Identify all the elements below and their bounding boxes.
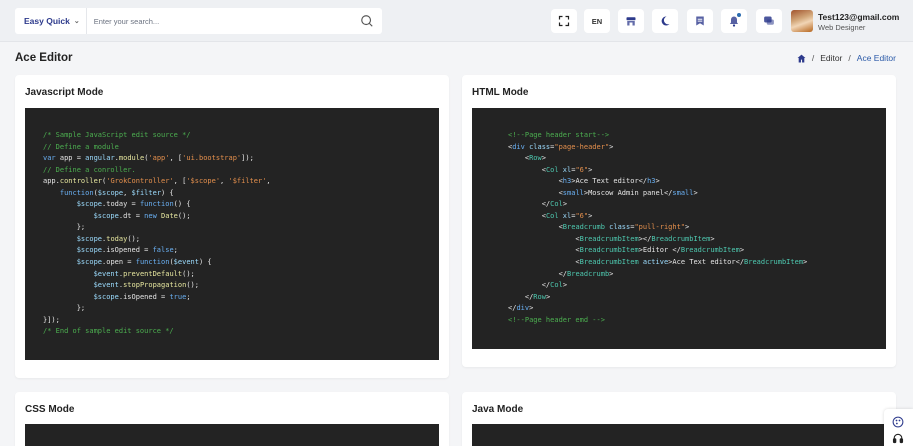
code-line: <Row>: [508, 154, 546, 163]
search-box: Easy Quick ⌄: [15, 8, 382, 34]
code-line: <Col xl="6">: [508, 211, 593, 220]
store-icon: [626, 17, 636, 26]
code-line: }]);: [43, 315, 60, 324]
code-line: <Breadcrumb class="pull-right">: [508, 223, 690, 232]
code-line: <small>Moscow Admin panel</small>: [508, 188, 698, 197]
language-label: EN: [591, 16, 603, 26]
chat-icon: [764, 16, 774, 25]
code-line: <!--Page header emd -->: [508, 315, 605, 324]
breadcrumb-separator: /: [811, 53, 815, 63]
code-line: <h3>Ace Text editor</h3>: [508, 177, 660, 186]
code-line: $scope.today();: [76, 234, 140, 243]
code-line: /* End of sample edit source */: [43, 327, 174, 336]
code-line: <div class="page-header">: [508, 142, 614, 151]
chevron-down-icon: ⌄: [73, 18, 80, 25]
java-mode-card: Java Mode: [462, 392, 896, 446]
breadcrumb-separator: /: [848, 53, 851, 63]
top-bar: Easy Quick ⌄ EN Test123@gmail.com Web De…: [0, 0, 913, 42]
notification-badge: [736, 12, 742, 18]
code-line: };: [43, 304, 86, 313]
code-line: </Col>: [508, 281, 568, 290]
code-line: </div>: [508, 304, 534, 313]
code-line: <BreadcrumbItem active>Ace Text editor</…: [508, 258, 808, 267]
search-icon[interactable]: [360, 14, 374, 28]
javascript-code-editor[interactable]: /* Sample JavaScript edit source */ // De…: [25, 108, 439, 360]
user-role: Web Designer: [818, 23, 866, 32]
customizer-widget[interactable]: [884, 409, 913, 446]
code-line: /* Sample JavaScript edit source */: [43, 131, 191, 139]
code-line: $scope.open = function($event) {: [76, 258, 212, 267]
code-line: <BreadcrumbItem>Editor </BreadcrumbItem>: [508, 246, 745, 255]
code-line: </Row>: [508, 292, 551, 301]
code-line: // Define a module: [43, 142, 119, 151]
code-line: </Breadcrumb>: [508, 269, 614, 278]
quick-menu-dropdown[interactable]: Easy Quick ⌄: [15, 8, 87, 34]
avatar[interactable]: [791, 10, 813, 32]
css-code-editor[interactable]: [25, 424, 439, 446]
code-line: $scope.dt = new Date();: [93, 211, 191, 220]
code-line: <!--Page header start-->: [508, 131, 610, 139]
code-line: </Col>: [508, 200, 568, 209]
code-line: app.controller('GrokController', ['$scop…: [43, 177, 271, 186]
notifications-button[interactable]: [721, 9, 747, 33]
headset-icon: [892, 433, 904, 444]
dark-mode-toggle[interactable]: [652, 9, 678, 33]
code-line: $scope.today = function() {: [76, 200, 191, 209]
code-line: $event.stopPropagation();: [93, 281, 199, 290]
page-title: Ace Editor: [15, 52, 73, 64]
java-code-editor[interactable]: [472, 424, 886, 446]
html-mode-card: HTML Mode <!--Page header start--> <div c…: [462, 75, 896, 367]
css-mode-card: CSS Mode: [15, 392, 449, 446]
moon-icon: [661, 16, 670, 26]
breadcrumb-item-editor[interactable]: Editor: [820, 53, 842, 63]
user-name[interactable]: Test123@gmail.com: [818, 12, 899, 22]
search-input[interactable]: [86, 16, 362, 26]
code-line: function($scope, $filter) {: [59, 188, 174, 197]
language-button[interactable]: EN: [584, 9, 610, 33]
code-line: };: [43, 223, 86, 232]
code-line: $event.preventDefault();: [93, 269, 195, 278]
code-line: $scope.isOpened = false;: [76, 246, 178, 255]
palette-icon: [892, 416, 904, 428]
home-icon[interactable]: [797, 54, 806, 63]
card-title: HTML Mode: [472, 87, 529, 98]
fullscreen-icon: [558, 15, 570, 27]
code-line: <Col xl="6">: [508, 165, 593, 174]
store-button[interactable]: [618, 9, 644, 33]
html-code-editor[interactable]: <!--Page header start--> <div class="page…: [472, 108, 886, 349]
code-line: var app = angular.module('app', ['ui.boo…: [43, 154, 254, 163]
card-title: Javascript Mode: [25, 87, 104, 98]
javascript-mode-card: Javascript Mode /* Sample JavaScript edi…: [15, 75, 449, 378]
code-line: // Define a conroller.: [43, 165, 136, 174]
quick-menu-label: Easy Quick: [24, 16, 70, 26]
breadcrumb-item-current: Ace Editor: [856, 53, 896, 63]
bookmark-icon: [696, 16, 704, 26]
fullscreen-button[interactable]: [551, 9, 577, 33]
breadcrumb: / Editor / Ace Editor: [797, 53, 896, 63]
code-line: $scope.isOpened = true;: [93, 292, 191, 301]
bookmark-button[interactable]: [687, 9, 713, 33]
card-title: Java Mode: [472, 404, 524, 415]
messages-button[interactable]: [756, 9, 782, 33]
card-title: CSS Mode: [25, 404, 75, 415]
code-line: <BreadcrumbItem></BreadcrumbItem>: [508, 234, 715, 243]
